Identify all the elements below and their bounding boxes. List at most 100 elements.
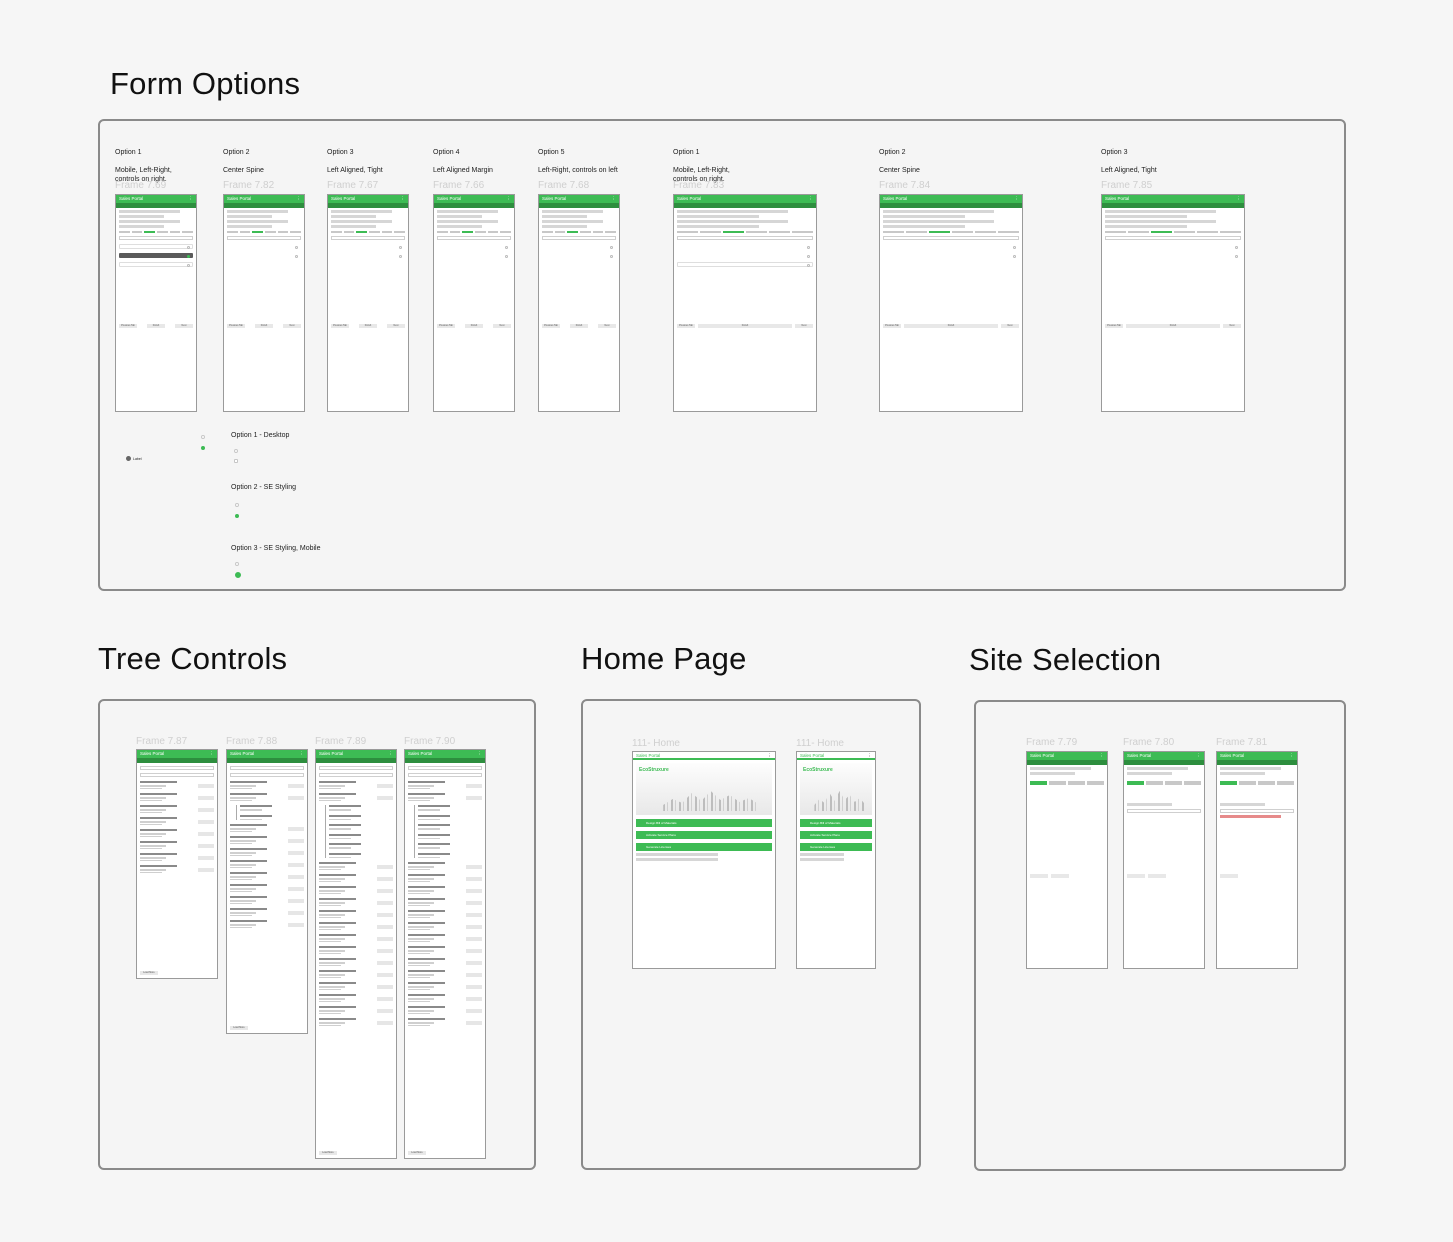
select-button[interactable] <box>288 899 304 903</box>
tree-node[interactable] <box>140 805 214 813</box>
generate-licenses-button[interactable]: Generate Licenses <box>636 843 772 851</box>
select-button[interactable] <box>198 868 214 872</box>
select-button[interactable] <box>377 784 393 788</box>
filter-select[interactable] <box>408 766 482 770</box>
tree-node[interactable] <box>319 1018 393 1026</box>
tree-node[interactable] <box>230 781 304 789</box>
tree-node[interactable] <box>319 970 393 978</box>
radio-option[interactable] <box>437 253 511 258</box>
select-button[interactable] <box>198 820 214 824</box>
tree-child-node[interactable] <box>329 814 393 820</box>
tree-child-node[interactable] <box>418 814 482 820</box>
select-button[interactable] <box>377 889 393 893</box>
tree-node[interactable] <box>408 862 482 870</box>
tree-node[interactable] <box>408 1006 482 1014</box>
select-button[interactable] <box>466 1009 482 1013</box>
tab[interactable] <box>169 231 181 233</box>
tree-node[interactable] <box>408 982 482 990</box>
search-input[interactable] <box>319 773 393 777</box>
tab[interactable] <box>883 231 904 233</box>
tab[interactable] <box>394 231 406 233</box>
search-input[interactable] <box>140 773 214 777</box>
tree-node[interactable] <box>230 896 304 904</box>
tree-node[interactable] <box>140 865 214 873</box>
tab[interactable] <box>265 231 276 233</box>
radio-checked[interactable] <box>201 446 205 450</box>
kebab-menu-icon[interactable]: ⋮ <box>868 752 873 760</box>
filter-select[interactable] <box>230 766 304 770</box>
tree-node[interactable] <box>230 848 304 856</box>
radio-unchecked[interactable] <box>201 435 205 439</box>
tree-child-node[interactable] <box>418 852 482 858</box>
tab[interactable] <box>449 231 461 233</box>
load-more-button[interactable]: Load More <box>230 1026 248 1030</box>
tab[interactable] <box>567 231 579 233</box>
tree-node[interactable] <box>319 994 393 1002</box>
kebab-menu-icon[interactable]: ⋮ <box>478 750 483 758</box>
tree-child-node[interactable] <box>329 843 393 849</box>
kebab-menu-icon[interactable]: ⋮ <box>809 195 814 203</box>
select-button[interactable] <box>466 973 482 977</box>
tab[interactable] <box>157 231 168 233</box>
tree-node[interactable] <box>408 910 482 918</box>
design-bom-button[interactable]: Design Bill of Materials <box>800 819 872 827</box>
tree-node[interactable] <box>319 922 393 930</box>
previous-tab-button[interactable]: Previous Tab <box>227 324 245 328</box>
select-button[interactable] <box>288 851 304 855</box>
tree-node[interactable] <box>408 946 482 954</box>
tab[interactable] <box>331 231 342 233</box>
select-button[interactable] <box>288 796 304 800</box>
select-button[interactable] <box>377 949 393 953</box>
radio-option[interactable] <box>1105 253 1241 258</box>
previous-tab-button[interactable]: Previous Tab <box>883 324 901 328</box>
tab[interactable] <box>906 231 927 233</box>
select-button[interactable] <box>198 808 214 812</box>
select-button[interactable] <box>288 827 304 831</box>
kebab-menu-icon[interactable]: ⋮ <box>1290 752 1295 760</box>
label-radio-icon[interactable] <box>126 456 131 461</box>
tab[interactable] <box>998 231 1019 233</box>
select-button[interactable] <box>288 863 304 867</box>
radio-unchecked[interactable] <box>235 503 239 507</box>
next-button[interactable]: Next <box>1001 324 1019 328</box>
radio-option[interactable] <box>119 262 193 267</box>
next-button[interactable]: Next <box>283 324 301 328</box>
tab[interactable] <box>1146 781 1163 785</box>
tree-node[interactable] <box>140 853 214 861</box>
tree-node[interactable] <box>408 898 482 906</box>
select-button[interactable] <box>198 832 214 836</box>
tab[interactable] <box>356 231 368 233</box>
select-button[interactable] <box>198 844 214 848</box>
previous-tab-button[interactable]: Previous Tab <box>677 324 695 328</box>
finish-button[interactable]: Finish <box>147 324 165 328</box>
select-button[interactable] <box>466 913 482 917</box>
tree-child-node[interactable] <box>329 824 393 830</box>
quantity-stepper[interactable] <box>437 236 511 240</box>
tab[interactable] <box>1127 781 1144 785</box>
tree-node[interactable] <box>230 884 304 892</box>
tree-child-node[interactable] <box>329 852 393 858</box>
radio-option[interactable] <box>542 244 616 249</box>
radio-unchecked[interactable] <box>235 562 239 566</box>
tab[interactable] <box>792 231 813 233</box>
tab[interactable] <box>227 231 238 233</box>
tab[interactable] <box>723 231 744 233</box>
quantity-stepper[interactable] <box>119 236 193 240</box>
tree-node[interactable] <box>140 829 214 837</box>
tree-node[interactable] <box>319 1006 393 1014</box>
kebab-menu-icon[interactable]: ⋮ <box>1015 195 1020 203</box>
tree-child-node[interactable] <box>418 843 482 849</box>
finish-button[interactable]: Finish <box>1126 324 1220 328</box>
kebab-menu-icon[interactable]: ⋮ <box>768 752 773 760</box>
checkbox-unchecked[interactable] <box>234 459 238 463</box>
custom-system-label-input[interactable] <box>1127 809 1201 813</box>
tree-child-node[interactable] <box>418 824 482 830</box>
select-button[interactable] <box>466 961 482 965</box>
tab[interactable] <box>1151 231 1172 233</box>
quantity-stepper[interactable] <box>227 236 301 240</box>
radio-option[interactable] <box>883 244 1019 249</box>
tab[interactable] <box>677 231 698 233</box>
next-button[interactable]: Next <box>175 324 193 328</box>
select-button[interactable] <box>377 796 393 800</box>
kebab-menu-icon[interactable]: ⋮ <box>210 750 215 758</box>
